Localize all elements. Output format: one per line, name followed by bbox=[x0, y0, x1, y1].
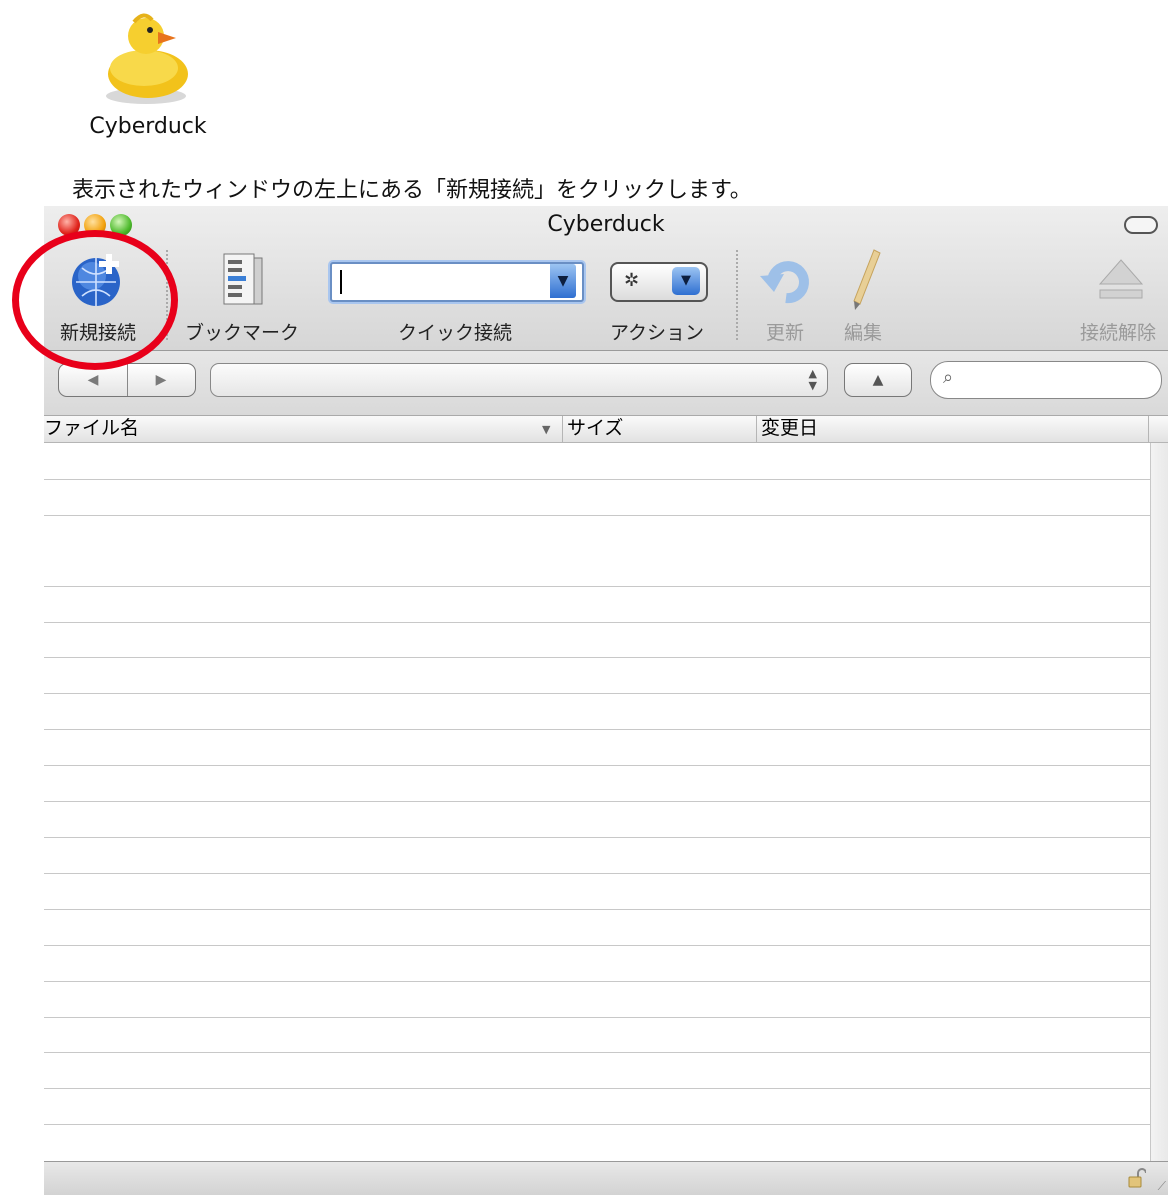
refresh-label: 更新 bbox=[765, 322, 804, 344]
eject-icon bbox=[1098, 259, 1144, 299]
toolbar-toggle-button[interactable] bbox=[1124, 216, 1158, 234]
forward-button[interactable]: ▶ bbox=[127, 364, 195, 396]
back-button[interactable]: ◀ bbox=[59, 364, 128, 396]
table-row bbox=[44, 1124, 1150, 1125]
quick-connect-dropdown-button[interactable]: ▼ bbox=[550, 264, 576, 298]
column-header-modified[interactable]: 変更日 bbox=[756, 416, 1153, 442]
search-input[interactable]: ⌕ bbox=[930, 361, 1162, 399]
updown-arrows-icon: ▲ ▼ bbox=[808, 367, 817, 392]
new-connection-label: 新規接続 bbox=[59, 322, 136, 344]
file-list[interactable] bbox=[44, 443, 1150, 1161]
duck-icon bbox=[106, 13, 188, 104]
column-header-filename[interactable]: ファイル名 ▼ bbox=[44, 416, 562, 442]
quick-connect-input[interactable] bbox=[330, 262, 584, 302]
table-row bbox=[44, 873, 1150, 874]
instruction-text: 表示されたウィンドウの左上にある「新規接続」をクリックします。 bbox=[72, 178, 752, 203]
table-row bbox=[44, 622, 1150, 623]
gear-icon: ✲ bbox=[624, 270, 640, 291]
toolbar-separator bbox=[736, 250, 738, 340]
table-row bbox=[44, 657, 1150, 658]
disconnect-label: 接続解除 bbox=[1079, 322, 1156, 344]
chevron-down-icon: ▼ bbox=[672, 267, 700, 295]
history-navigation: ◀ ▶ bbox=[58, 363, 196, 397]
table-row bbox=[44, 693, 1150, 694]
edit-label: 編集 bbox=[843, 322, 882, 344]
file-list-header: ファイル名 ▼ サイズ 変更日 bbox=[44, 416, 1168, 443]
table-row bbox=[44, 945, 1150, 946]
modified-column-label: 変更日 bbox=[761, 417, 819, 439]
toolbar-separator bbox=[166, 250, 168, 340]
parent-directory-button[interactable]: ▲ bbox=[844, 363, 912, 397]
pencil-icon bbox=[853, 249, 881, 310]
table-row bbox=[44, 981, 1150, 982]
table-row bbox=[44, 479, 1150, 480]
bookmark-icon bbox=[223, 253, 263, 305]
unlock-icon bbox=[1128, 1168, 1146, 1188]
action-label: アクション bbox=[609, 322, 705, 344]
filename-column-label: ファイル名 bbox=[44, 417, 140, 439]
status-bar: ⟋ bbox=[44, 1161, 1168, 1195]
action-menu-button[interactable]: ✲ ▼ bbox=[610, 262, 708, 302]
vertical-scrollbar[interactable] bbox=[1150, 443, 1168, 1161]
table-row bbox=[44, 1088, 1150, 1089]
quick-connect-label: クイック接続 bbox=[397, 322, 512, 344]
refresh-icon bbox=[760, 261, 809, 304]
table-row bbox=[44, 729, 1150, 730]
table-row bbox=[44, 909, 1150, 910]
column-header-size[interactable]: サイズ bbox=[562, 416, 759, 442]
table-row bbox=[44, 1052, 1150, 1053]
window-title: Cyberduck bbox=[547, 212, 665, 237]
cyberduck-app-icon[interactable] bbox=[100, 8, 192, 108]
search-icon: ⌕ bbox=[943, 367, 954, 388]
cyberduck-window: Cyberduck 新規接続 ブックマーク ▼ クイック接続 ✲ ▼ アクション… bbox=[44, 206, 1168, 1195]
globe-plus-icon bbox=[72, 254, 120, 306]
text-caret bbox=[340, 270, 342, 294]
table-row bbox=[44, 765, 1150, 766]
navigation-bar: ◀ ▶ ▲ ▼ ▲ ⌕ bbox=[44, 351, 1168, 416]
size-column-label: サイズ bbox=[567, 417, 624, 439]
title-and-toolbar: Cyberduck 新規接続 ブックマーク ▼ クイック接続 ✲ ▼ アクション… bbox=[44, 206, 1168, 351]
resize-grip-icon[interactable]: ⟋ bbox=[1158, 1179, 1166, 1194]
table-row bbox=[44, 801, 1150, 802]
table-row bbox=[44, 837, 1150, 838]
table-row bbox=[44, 515, 1150, 516]
path-popup[interactable]: ▲ ▼ bbox=[210, 363, 828, 397]
column-header-filler bbox=[1148, 416, 1168, 442]
table-row bbox=[44, 586, 1150, 587]
bookmark-label: ブックマーク bbox=[184, 322, 299, 344]
app-icon-label: Cyberduck bbox=[89, 114, 207, 139]
sort-descending-icon: ▼ bbox=[542, 423, 551, 436]
table-row bbox=[44, 1017, 1150, 1018]
